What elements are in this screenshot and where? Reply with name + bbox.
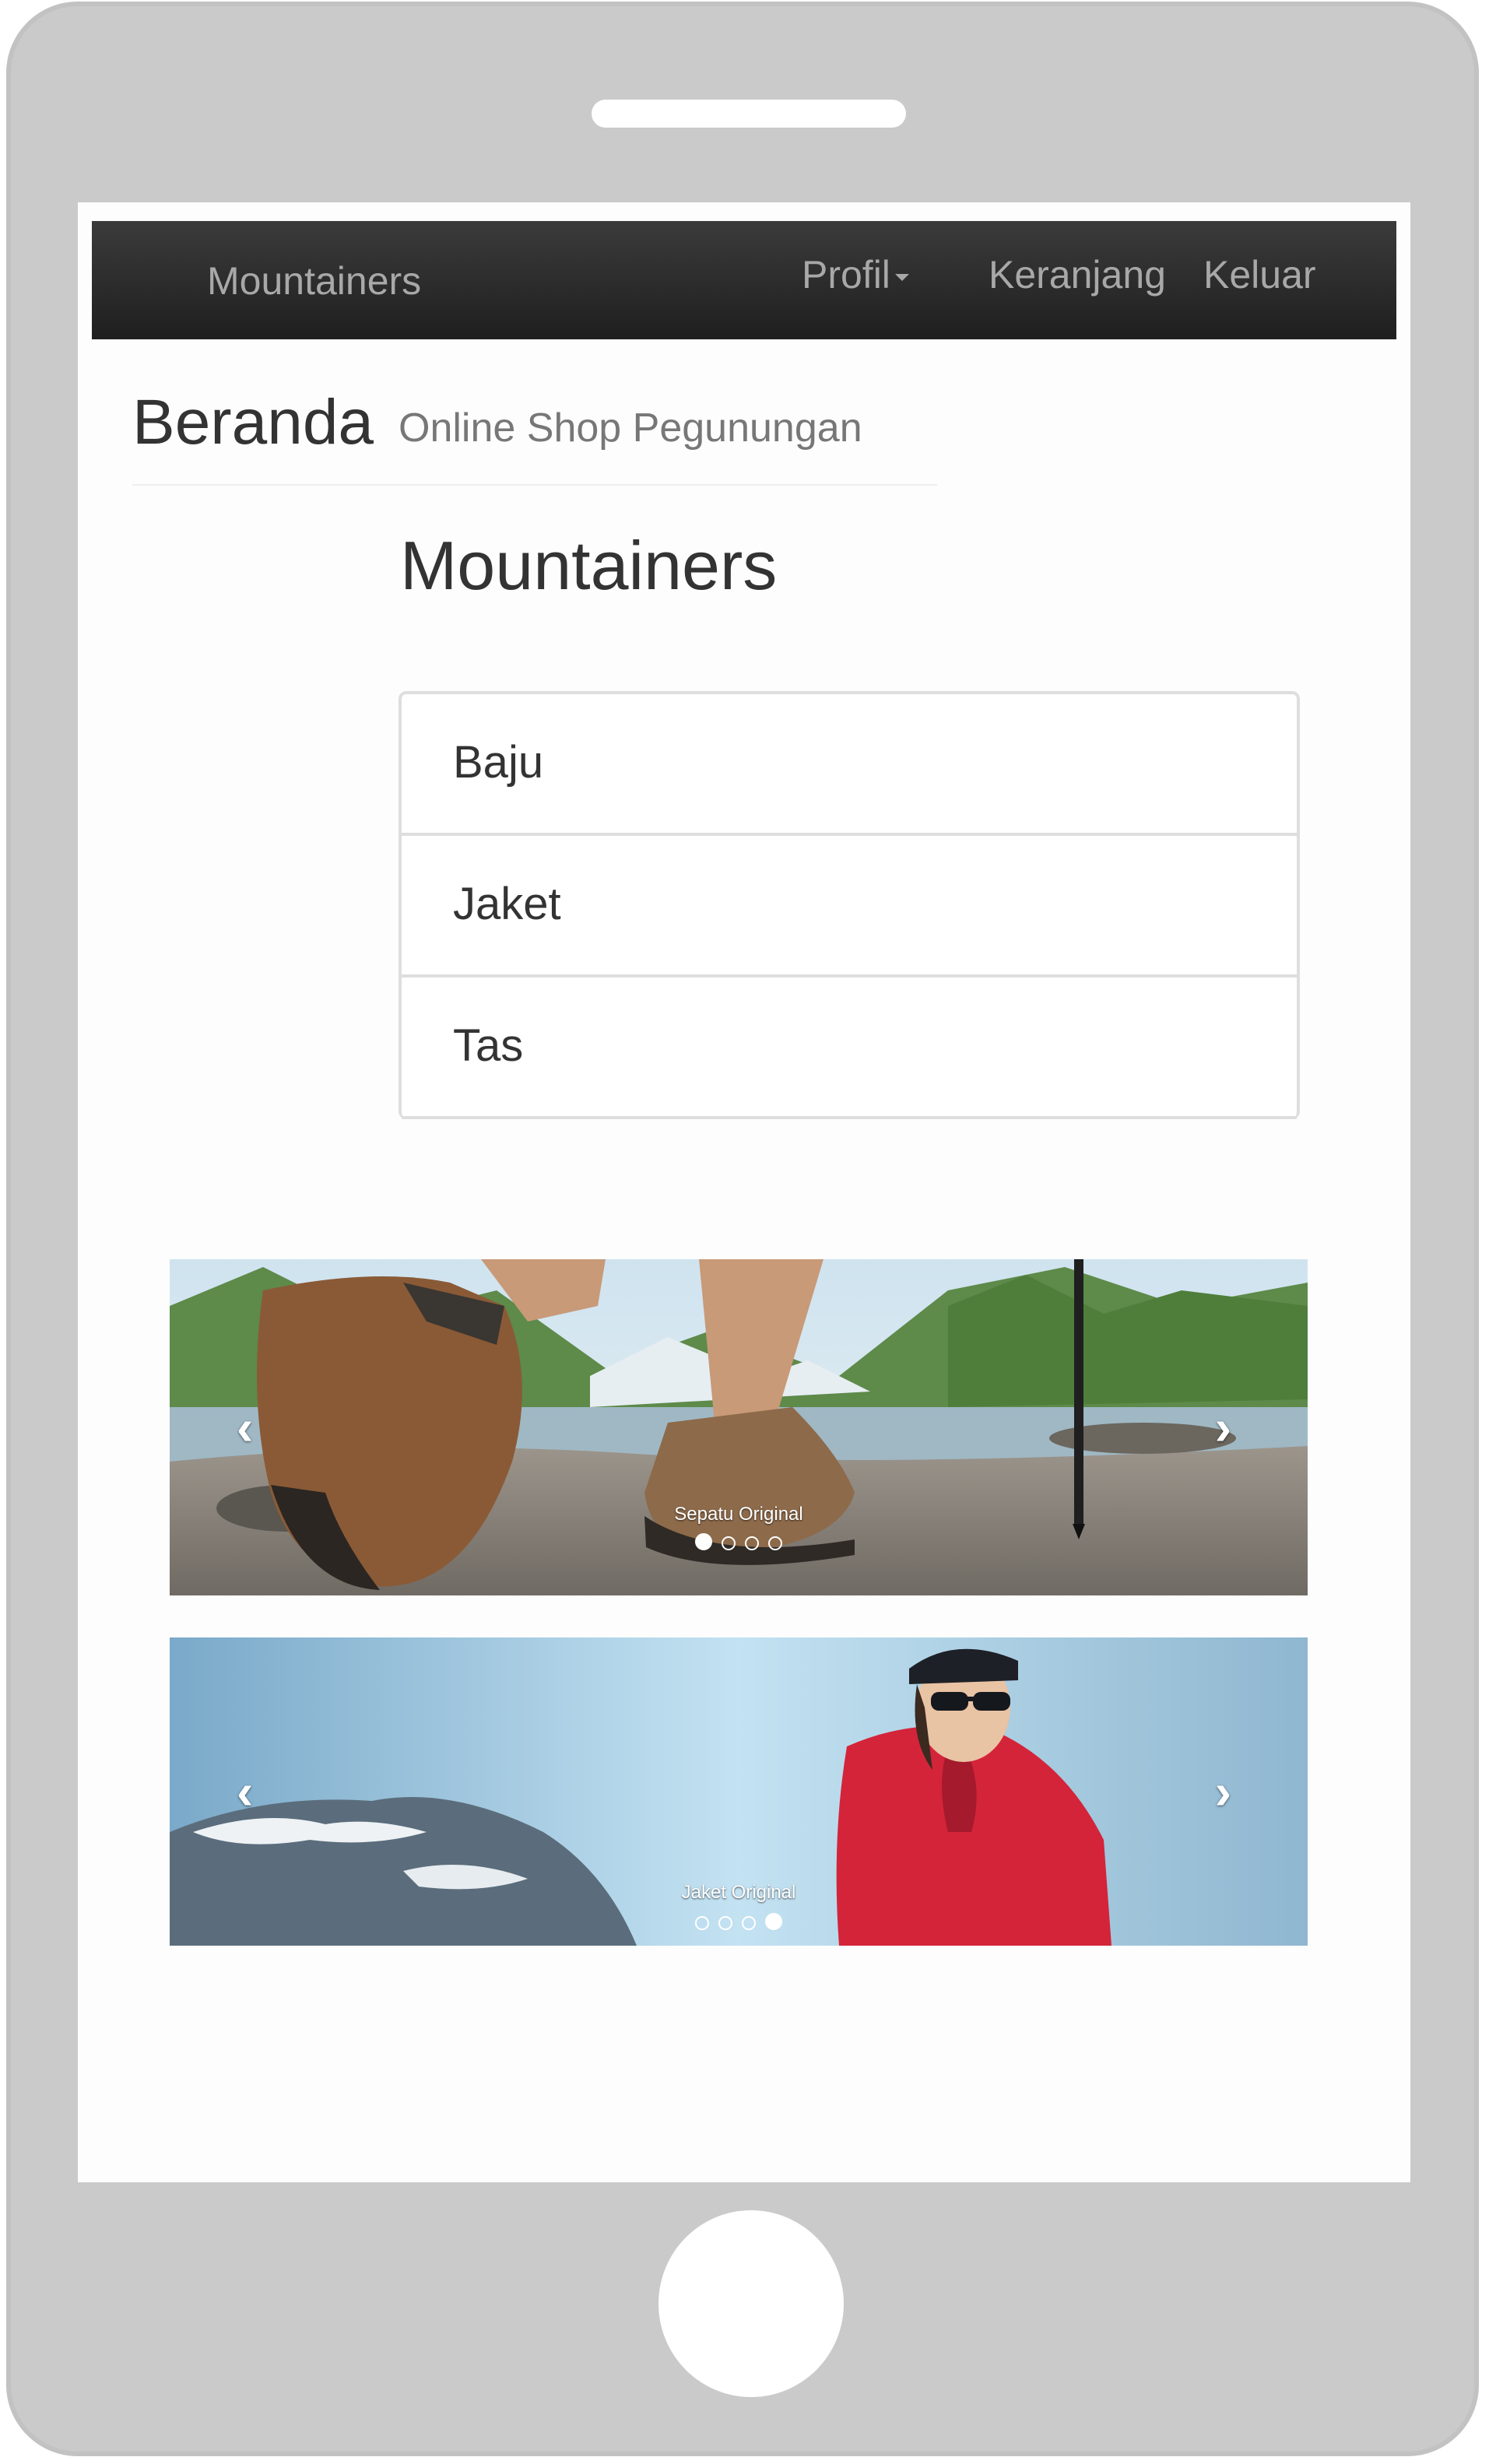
- carousel-jaket: ‹ › Jaket Original: [170, 1637, 1308, 1946]
- carousel-indicator[interactable]: [722, 1536, 736, 1550]
- category-list: Baju Jaket Tas: [399, 691, 1300, 1119]
- carousel-caption: Sepatu Original: [674, 1504, 803, 1525]
- list-item-baju[interactable]: Baju: [402, 694, 1297, 836]
- carousel-indicators: [170, 1913, 1308, 1930]
- caret-down-icon: [894, 274, 909, 282]
- chevron-right-icon[interactable]: ›: [1215, 1763, 1231, 1820]
- nav-item-keluar[interactable]: Keluar: [1203, 252, 1316, 297]
- list-item-label: Tas: [453, 1020, 524, 1071]
- carousel-indicator[interactable]: [742, 1916, 756, 1930]
- sidebar-heading: Mountainers: [400, 527, 778, 604]
- page-title: Beranda: [132, 387, 374, 458]
- page-subtitle: Online Shop Pegunungan: [399, 405, 862, 451]
- home-button[interactable]: [658, 2210, 844, 2397]
- nav-item-profil-label: Profil: [802, 253, 890, 297]
- nav-item-profil[interactable]: Profil: [802, 252, 909, 297]
- navbar-brand[interactable]: Mountainers: [207, 258, 421, 304]
- carousel-indicator[interactable]: [695, 1916, 709, 1930]
- list-item-label: Jaket: [453, 879, 561, 929]
- carousel-indicator[interactable]: [745, 1536, 759, 1550]
- list-item-label: Baju: [453, 737, 544, 788]
- carousel-indicators: [170, 1533, 1308, 1550]
- carousel-indicator[interactable]: [768, 1536, 782, 1550]
- page-header: Beranda Online Shop Pegunungan: [132, 386, 937, 486]
- phone-frame: Mountainers Profil Keranjang Keluar Bera…: [6, 2, 1479, 2456]
- chevron-left-icon[interactable]: ‹: [237, 1399, 253, 1456]
- chevron-left-icon[interactable]: ‹: [237, 1763, 253, 1820]
- carousel-caption: Jaket Original: [681, 1882, 796, 1903]
- carousel-sepatu: ‹ › Sepatu Original: [170, 1259, 1308, 1595]
- list-item-jaket[interactable]: Jaket: [402, 836, 1297, 978]
- phone-screen: Mountainers Profil Keranjang Keluar Bera…: [78, 202, 1410, 2182]
- carousel-indicator[interactable]: [695, 1533, 712, 1550]
- nav-item-keranjang[interactable]: Keranjang: [989, 252, 1166, 297]
- phone-speaker: [592, 100, 906, 128]
- list-item-tas[interactable]: Tas: [402, 978, 1297, 1119]
- chevron-right-icon[interactable]: ›: [1215, 1399, 1231, 1456]
- navbar: Mountainers Profil Keranjang Keluar: [92, 221, 1396, 339]
- carousel-indicator[interactable]: [765, 1913, 782, 1930]
- carousel-indicator[interactable]: [718, 1916, 732, 1930]
